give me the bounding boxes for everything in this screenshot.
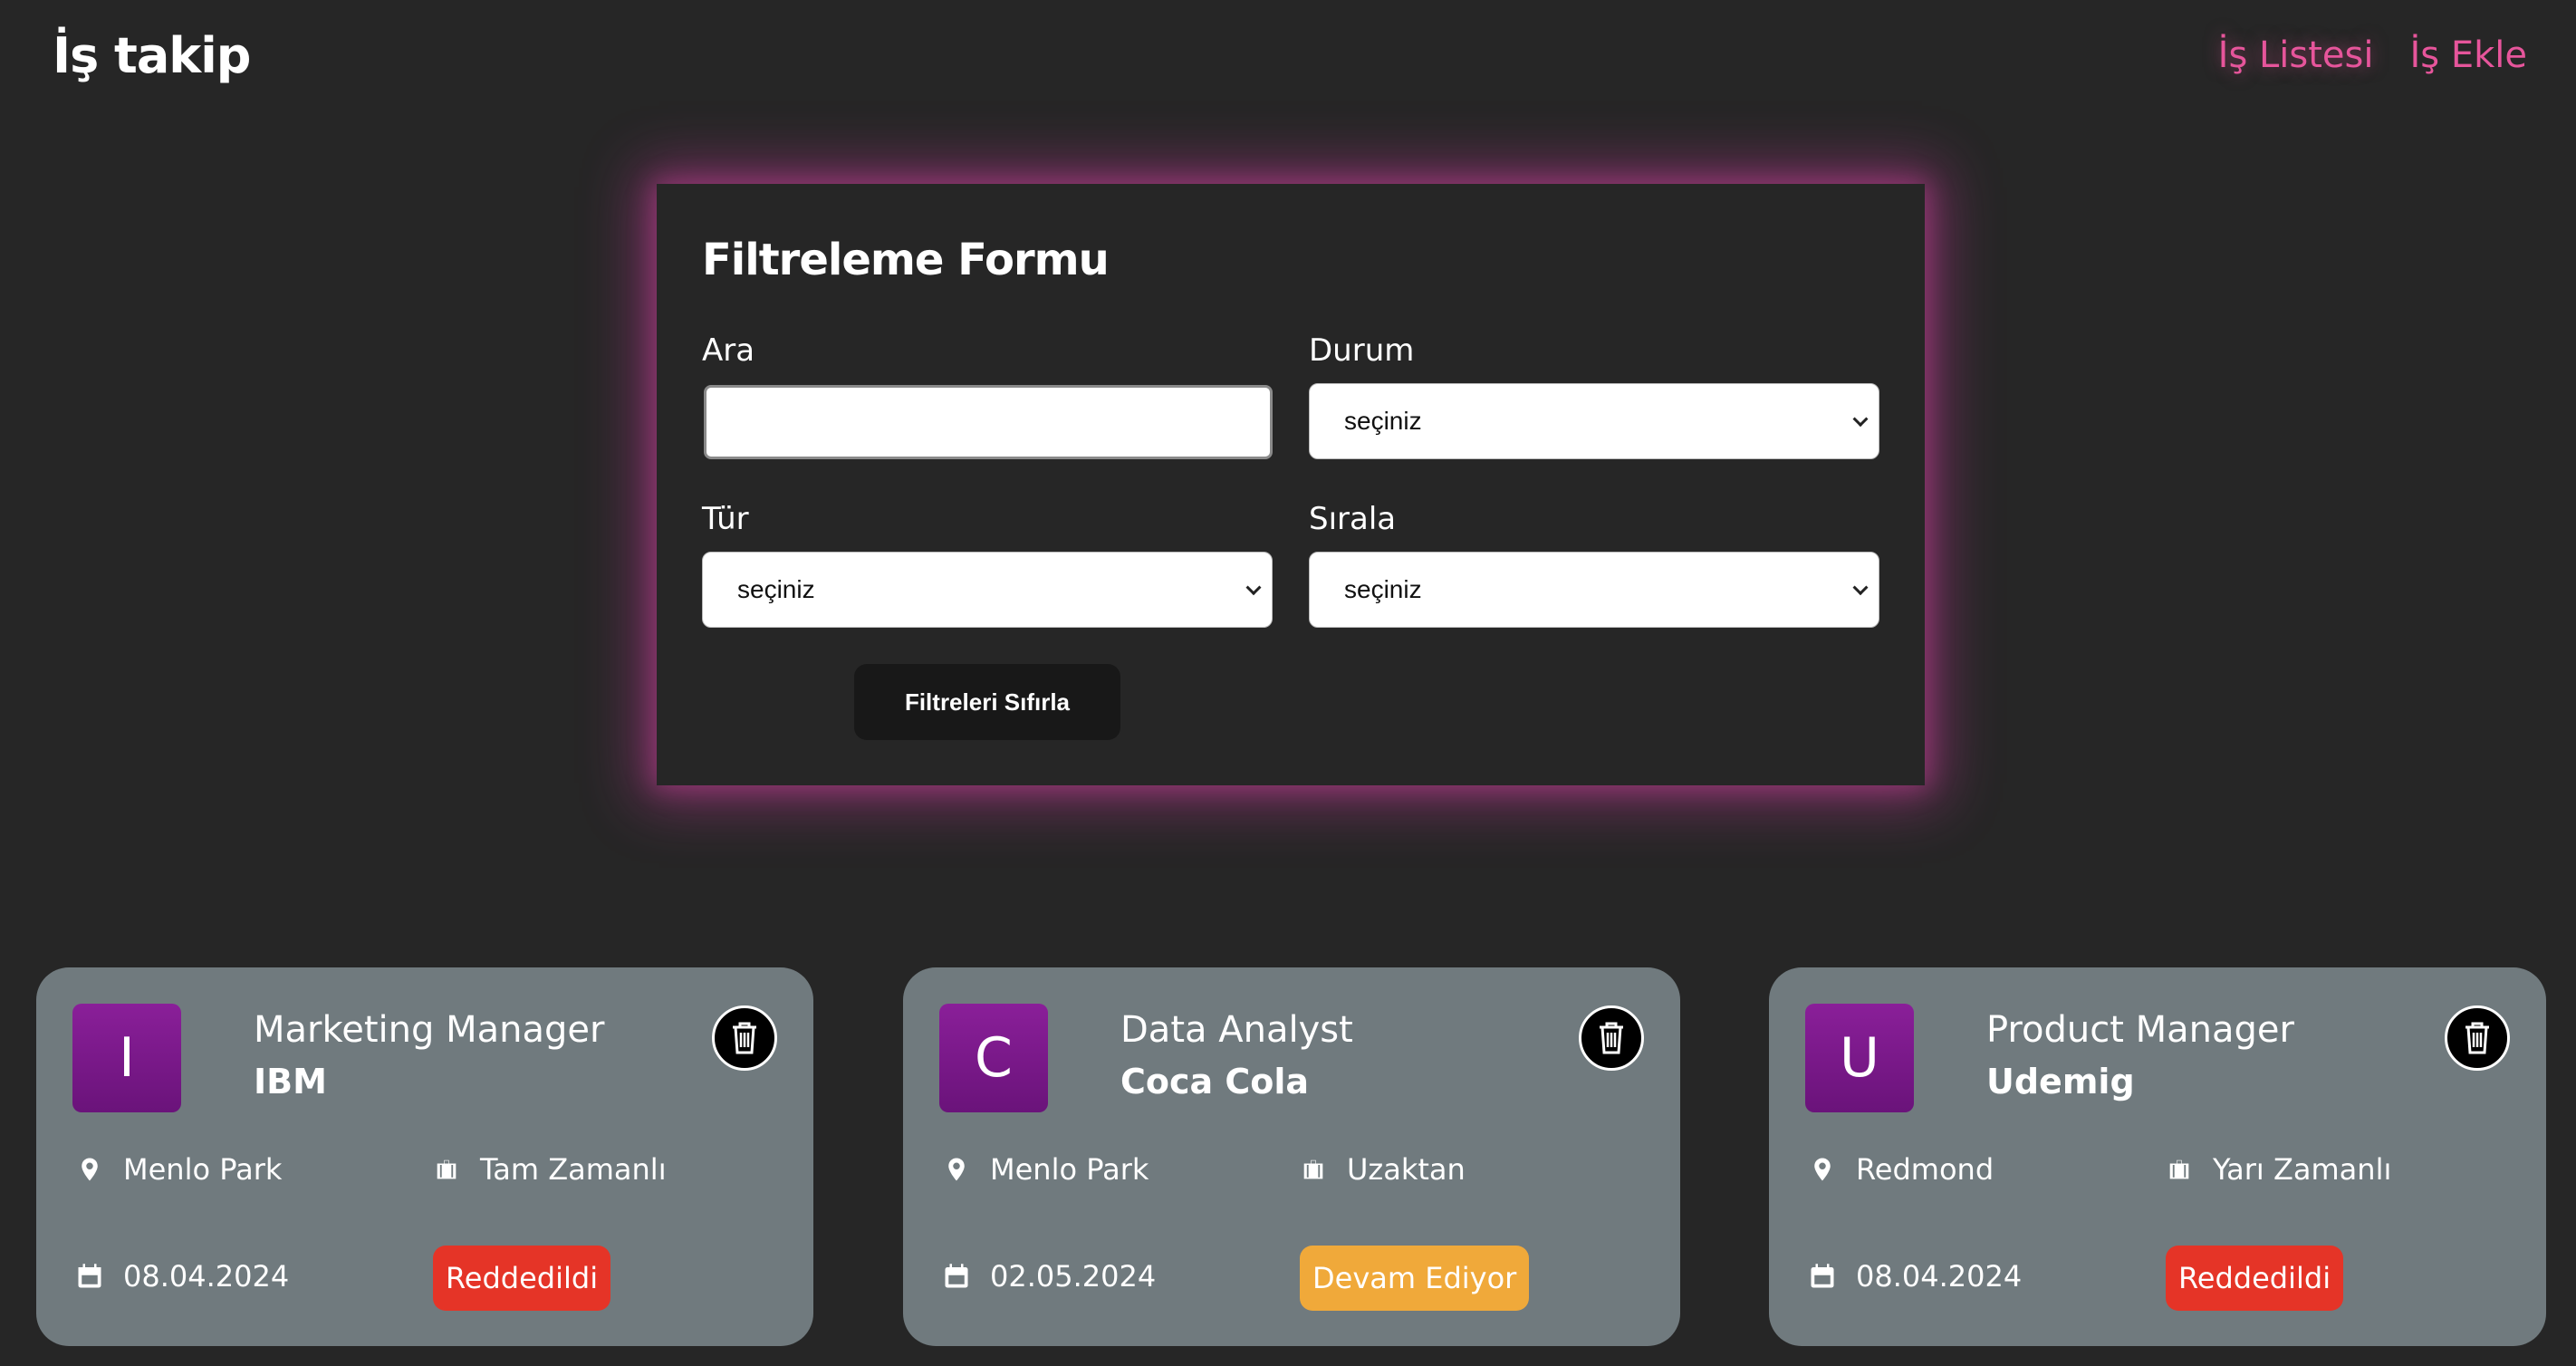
job-location: Redmond bbox=[1809, 1152, 1994, 1187]
job-position: Product Manager bbox=[1986, 1009, 2294, 1051]
main-nav: İş Listesi İş Ekle bbox=[2218, 34, 2527, 76]
job-date-text: 08.04.2024 bbox=[1856, 1259, 2023, 1294]
job-date: 08.04.2024 bbox=[1809, 1259, 2022, 1294]
search-label: Ara bbox=[702, 332, 755, 369]
map-pin-icon bbox=[948, 1158, 965, 1181]
job-type-text: Yarı Zamanlı bbox=[2213, 1152, 2392, 1187]
job-card: C Data Analyst Coca Cola Menlo Park Uzak… bbox=[903, 967, 1680, 1346]
status-badge: Reddedildi bbox=[2166, 1246, 2344, 1311]
job-date-text: 02.05.2024 bbox=[990, 1259, 1157, 1294]
page: İş takip İş Listesi İş Ekle Filtreleme F… bbox=[0, 0, 2576, 1366]
job-type: Uzaktan bbox=[1300, 1152, 1466, 1187]
job-type-text: Tam Zamanlı bbox=[480, 1152, 667, 1187]
top-header: İş takip İş Listesi İş Ekle bbox=[0, 0, 2576, 127]
status-select[interactable]: seçiniz bbox=[1309, 383, 1879, 459]
search-input[interactable] bbox=[704, 385, 1273, 459]
map-pin-icon bbox=[82, 1158, 98, 1181]
calendar-icon bbox=[945, 1264, 968, 1288]
trash-icon bbox=[2465, 1022, 2489, 1054]
job-date: 08.04.2024 bbox=[76, 1259, 289, 1294]
sort-select-value: seçiniz bbox=[1344, 575, 1422, 603]
briefcase-icon bbox=[2167, 1158, 2191, 1181]
app-logo[interactable]: İş takip bbox=[53, 27, 251, 84]
job-location-text: Menlo Park bbox=[990, 1152, 1149, 1187]
trash-icon bbox=[1600, 1022, 1623, 1054]
calendar-icon bbox=[1811, 1264, 1834, 1288]
type-select[interactable]: seçiniz bbox=[702, 552, 1273, 628]
job-position: Data Analyst bbox=[1120, 1009, 1353, 1051]
job-date-text: 08.04.2024 bbox=[123, 1259, 290, 1294]
company-avatar: C bbox=[939, 1004, 1048, 1112]
status-badge: Reddedildi bbox=[433, 1246, 611, 1311]
status-select-value: seçiniz bbox=[1344, 407, 1422, 435]
map-pin-icon bbox=[1814, 1158, 1831, 1181]
job-location-text: Redmond bbox=[1856, 1152, 1994, 1187]
briefcase-icon bbox=[435, 1158, 458, 1181]
delete-button[interactable] bbox=[2445, 1005, 2510, 1071]
company-avatar: U bbox=[1805, 1004, 1914, 1112]
nav-link-add-job[interactable]: İş Ekle bbox=[2409, 34, 2527, 76]
status-badge: Devam Ediyor bbox=[1300, 1246, 1530, 1311]
job-company: Udemig bbox=[1986, 1062, 2135, 1101]
filter-form: Filtreleme Formu Ara Durum seçiniz Tür s… bbox=[657, 184, 1925, 785]
chevron-down-icon bbox=[1852, 580, 1869, 596]
job-type: Yarı Zamanlı bbox=[2166, 1152, 2391, 1187]
job-date: 02.05.2024 bbox=[943, 1259, 1156, 1294]
job-card: U Product Manager Udemig Redmond Yarı Za… bbox=[1769, 967, 2546, 1346]
company-avatar: I bbox=[72, 1004, 181, 1112]
chevron-down-icon bbox=[1245, 580, 1262, 596]
filter-form-title: Filtreleme Formu bbox=[702, 235, 1110, 285]
delete-button[interactable] bbox=[1579, 1005, 1644, 1071]
job-type-text: Uzaktan bbox=[1347, 1152, 1466, 1187]
sort-label: Sırala bbox=[1309, 501, 1397, 537]
briefcase-icon bbox=[1302, 1158, 1325, 1181]
job-company: Coca Cola bbox=[1120, 1062, 1310, 1101]
reset-filters-button[interactable]: Filtreleri Sıfırla bbox=[854, 664, 1120, 740]
job-location-text: Menlo Park bbox=[123, 1152, 283, 1187]
sort-select[interactable]: seçiniz bbox=[1309, 552, 1879, 628]
calendar-icon bbox=[78, 1264, 101, 1288]
job-position: Marketing Manager bbox=[254, 1009, 605, 1051]
job-location: Menlo Park bbox=[943, 1152, 1149, 1187]
status-label: Durum bbox=[1309, 332, 1415, 369]
job-type: Tam Zamanlı bbox=[433, 1152, 667, 1187]
job-location: Menlo Park bbox=[76, 1152, 282, 1187]
type-label: Tür bbox=[702, 501, 749, 537]
type-select-value: seçiniz bbox=[737, 575, 815, 603]
trash-icon bbox=[733, 1022, 756, 1054]
job-company: IBM bbox=[254, 1062, 327, 1101]
nav-link-job-list[interactable]: İş Listesi bbox=[2218, 34, 2374, 76]
job-card: I Marketing Manager IBM Menlo Park Tam Z… bbox=[36, 967, 813, 1346]
delete-button[interactable] bbox=[712, 1005, 777, 1071]
chevron-down-icon bbox=[1852, 411, 1869, 428]
